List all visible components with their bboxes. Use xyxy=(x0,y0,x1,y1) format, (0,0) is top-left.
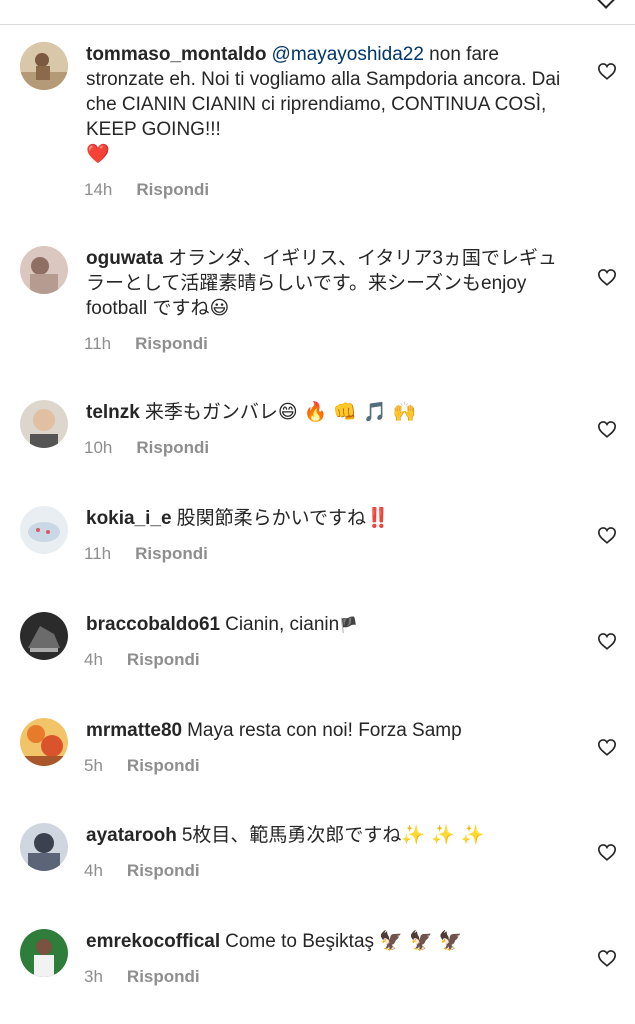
reply-button[interactable]: Rispondi xyxy=(127,967,200,987)
comment-meta: 5h Rispondi xyxy=(84,756,200,776)
avatar[interactable] xyxy=(20,400,68,448)
comment-body: 股関節柔らかいですね xyxy=(176,508,367,529)
comment-text: kokia_i_e 股関節柔らかいですね‼️ xyxy=(86,506,566,531)
comment-text: emrekocoffical Come to Beşiktaş 🦅 🦅 🦅 xyxy=(86,929,566,954)
chevron-down-icon[interactable] xyxy=(596,0,616,9)
comment-meta: 4h Rispondi xyxy=(84,650,200,670)
emoji: 😄 🔥 👊 🎵 🙌 xyxy=(277,401,417,423)
comment-username[interactable]: telnzk xyxy=(86,402,140,423)
comment-time: 4h xyxy=(84,650,103,669)
comment-username[interactable]: oguwata xyxy=(86,248,163,269)
heart-emoji: ❤️ xyxy=(86,143,110,165)
comment-username[interactable]: braccobaldo61 xyxy=(86,614,220,635)
reply-button[interactable]: Rispondi xyxy=(127,861,200,881)
comment-meta: 14h Rispondi xyxy=(84,180,209,200)
avatar[interactable] xyxy=(20,718,68,766)
comment-text: mrmatte80 Maya resta con noi! Forza Samp xyxy=(86,718,566,743)
comment-body: 5枚目、範馬勇次郎ですね xyxy=(181,825,402,846)
comment-text: tommaso_montaldo @mayayoshida22 non fare … xyxy=(86,42,566,167)
reply-button[interactable]: Rispondi xyxy=(135,334,208,354)
comment-text: telnzk 来季もガンバレ😄 🔥 👊 🎵 🙌 xyxy=(86,400,566,425)
heart-icon[interactable] xyxy=(597,632,617,650)
avatar[interactable] xyxy=(20,612,68,660)
reply-button[interactable]: Rispondi xyxy=(136,438,209,458)
top-bar xyxy=(0,0,635,25)
heart-icon[interactable] xyxy=(597,62,617,80)
comment-meta: 3h Rispondi xyxy=(84,967,200,987)
reply-button[interactable]: Rispondi xyxy=(127,650,200,670)
comment-username[interactable]: tommaso_montaldo xyxy=(86,44,267,65)
comment-body: 来季もガンバレ xyxy=(144,402,278,423)
reply-button[interactable]: Rispondi xyxy=(127,756,200,776)
comment-time: 3h xyxy=(84,967,103,986)
heart-icon[interactable] xyxy=(597,420,617,438)
comment-time: 11h xyxy=(84,544,112,563)
comment-username[interactable]: mrmatte80 xyxy=(86,720,182,741)
comment-mention[interactable]: @mayayoshida22 xyxy=(272,44,424,65)
comment-time: 4h xyxy=(84,861,103,880)
heart-icon[interactable] xyxy=(597,738,617,756)
comment-body: Cianin, cianin xyxy=(225,614,340,635)
emoji: 😃 xyxy=(209,297,230,319)
comment-body: Come to Beşiktaş xyxy=(225,931,375,952)
comment-meta: 4h Rispondi xyxy=(84,861,200,881)
heart-icon[interactable] xyxy=(597,949,617,967)
avatar[interactable] xyxy=(20,506,68,554)
comment-time: 14h xyxy=(84,180,113,199)
comment-time: 10h xyxy=(84,438,113,457)
avatar[interactable] xyxy=(20,42,68,90)
comment-time: 5h xyxy=(84,756,103,775)
comment-meta: 11h Rispondi xyxy=(84,544,208,564)
emoji: ✨ ✨ ✨ xyxy=(401,824,485,846)
reply-button[interactable]: Rispondi xyxy=(136,180,209,200)
emoji: 🦅 🦅 🦅 xyxy=(379,930,463,952)
avatar[interactable] xyxy=(20,929,68,977)
comment-text: braccobaldo61 Cianin, cianin🏴 xyxy=(86,612,566,638)
emoji: ‼️ xyxy=(366,507,390,529)
comment-text: ayatarooh 5枚目、範馬勇次郎ですね✨ ✨ ✨ xyxy=(86,823,566,848)
comment-time: 11h xyxy=(84,334,112,353)
emoji: 🏴 xyxy=(339,616,358,634)
comment-body: Maya resta con noi! Forza Samp xyxy=(187,720,462,741)
comment-username[interactable]: kokia_i_e xyxy=(86,508,172,529)
reply-button[interactable]: Rispondi xyxy=(135,544,208,564)
comment-meta: 10h Rispondi xyxy=(84,438,209,458)
heart-icon[interactable] xyxy=(597,268,617,286)
avatar[interactable] xyxy=(20,823,68,871)
comment-text: oguwata オランダ、イギリス、イタリア3ヵ国でレギュラーとして活躍素晴らしい… xyxy=(86,246,566,321)
comment-username[interactable]: emrekocoffical xyxy=(86,931,220,952)
comment-meta: 11h Rispondi xyxy=(84,334,208,354)
comment-username[interactable]: ayatarooh xyxy=(86,825,177,846)
heart-icon[interactable] xyxy=(597,526,617,544)
avatar[interactable] xyxy=(20,246,68,294)
heart-icon[interactable] xyxy=(597,843,617,861)
